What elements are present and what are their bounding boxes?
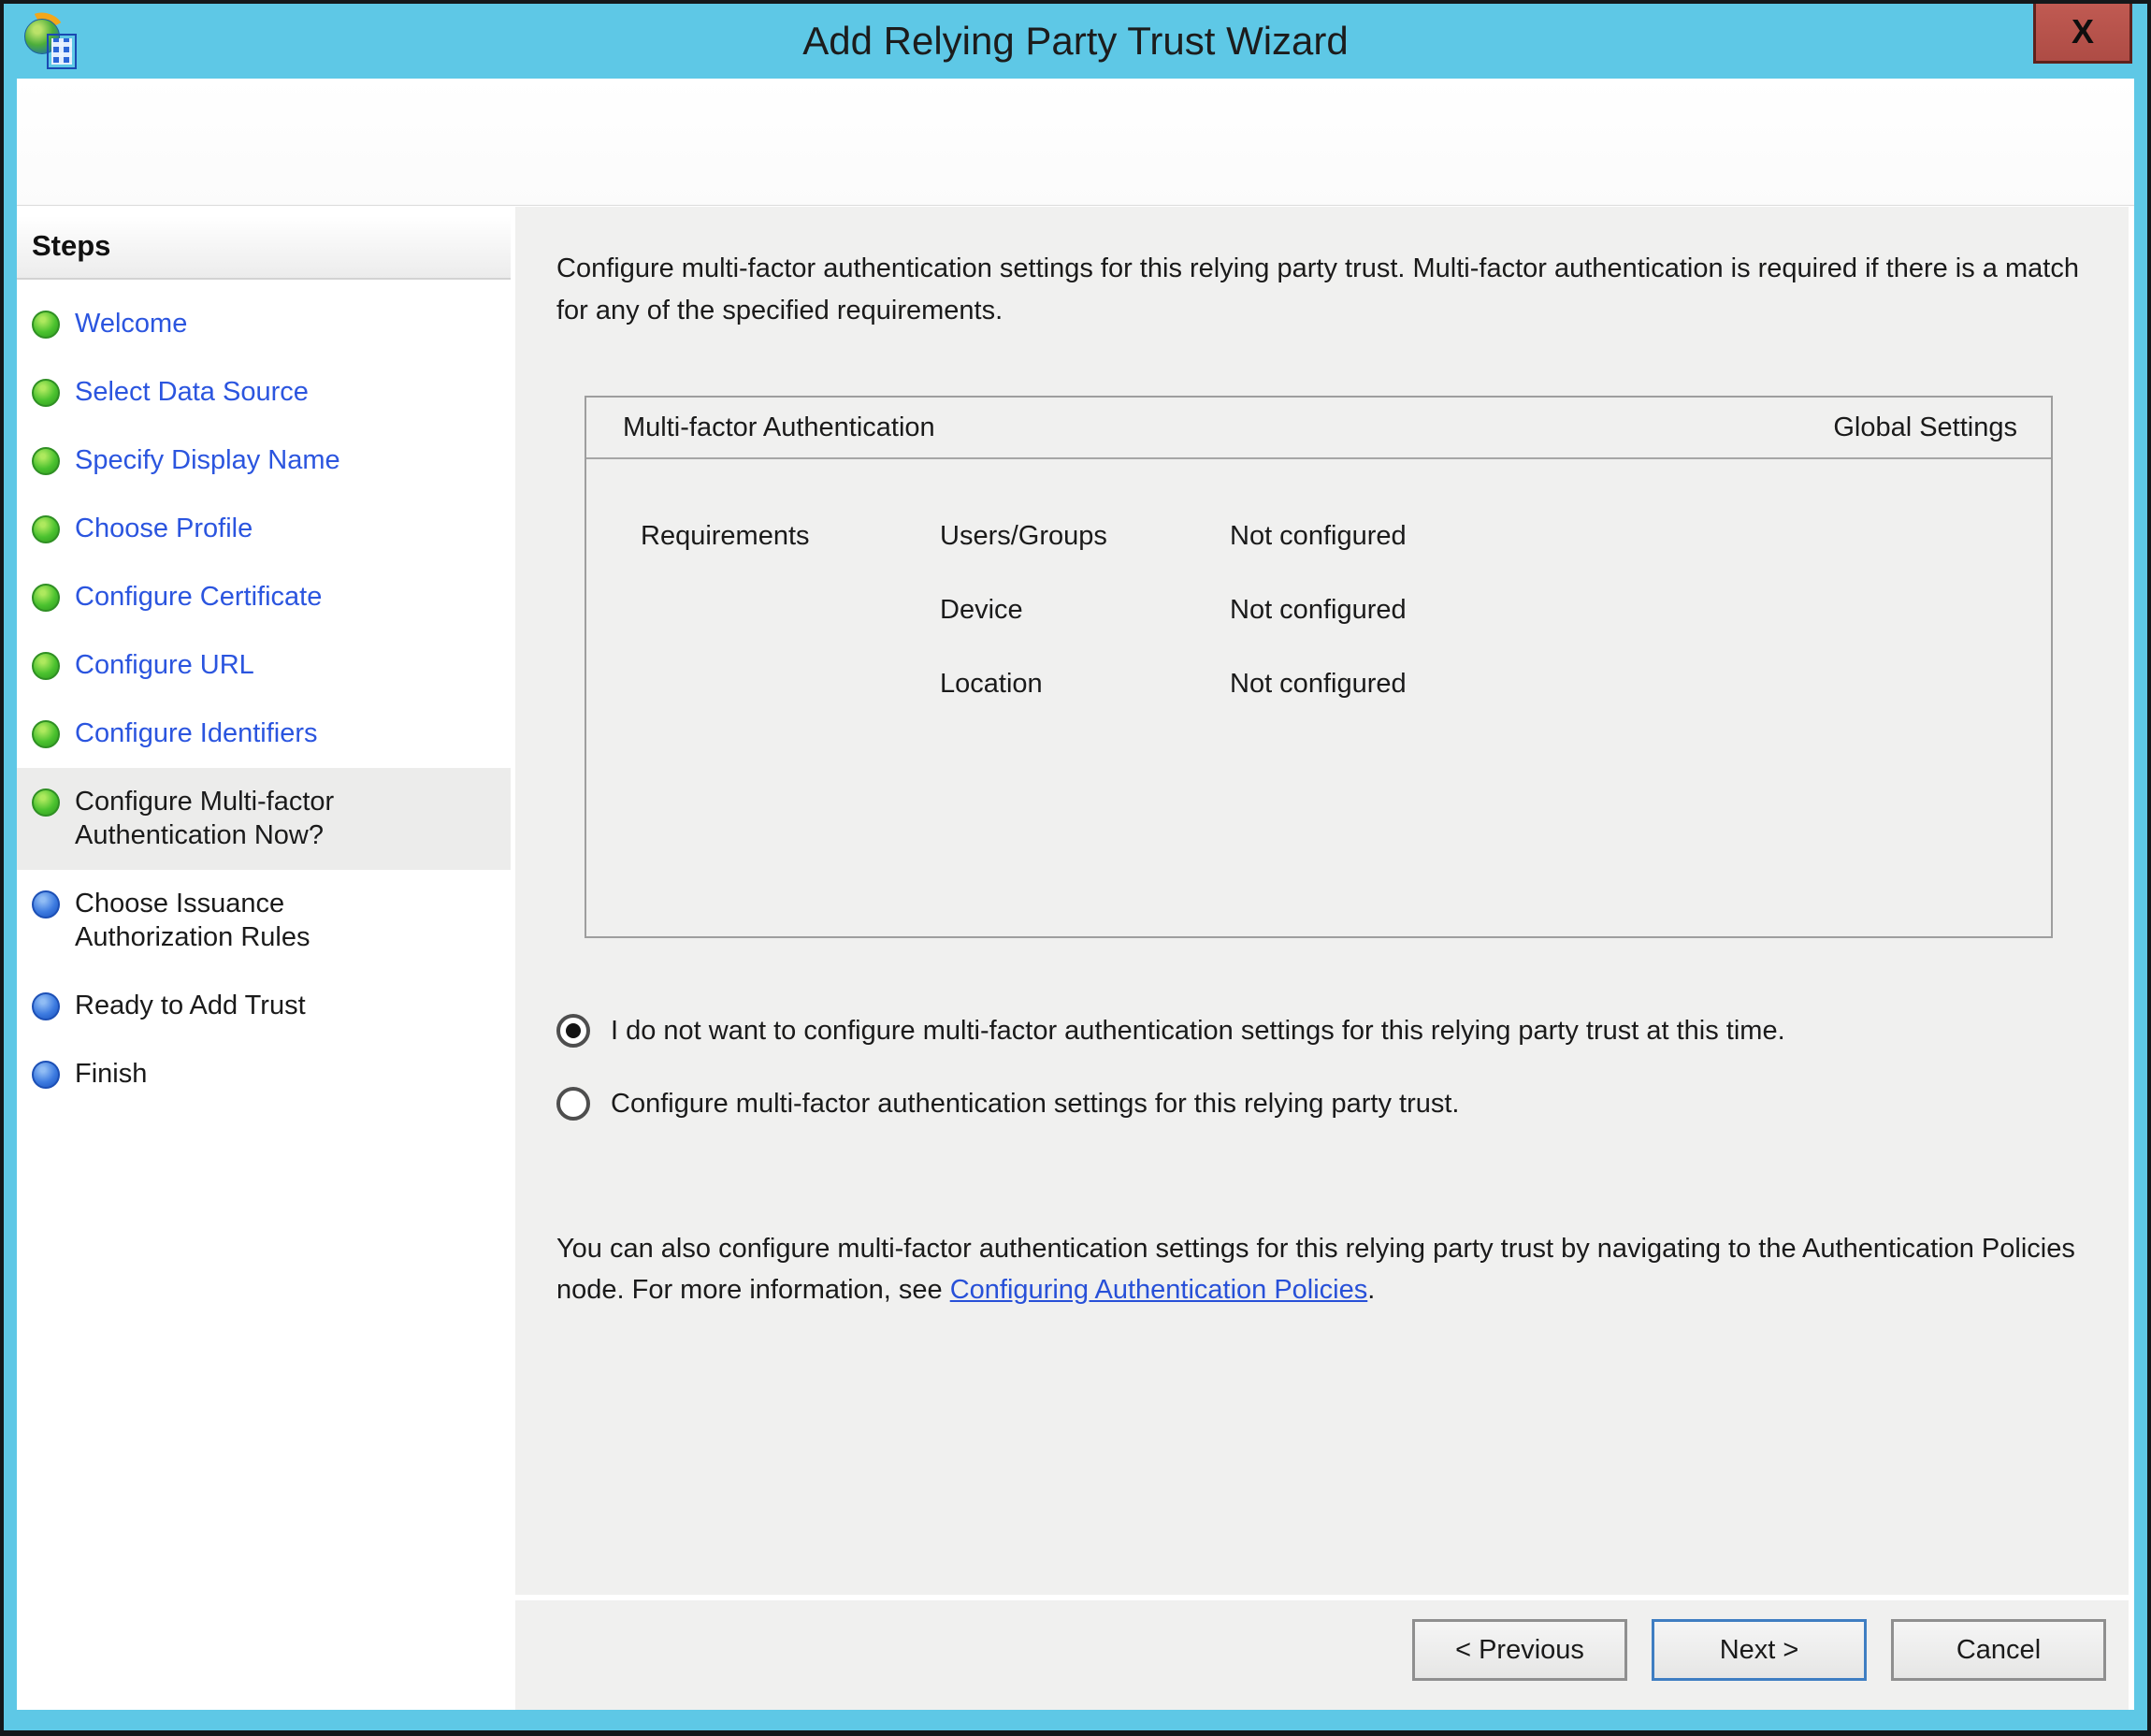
mfa-settings-table: Multi-factor Authentication Global Setti… (585, 396, 2053, 938)
step-configure-mfa-current: Configure Multi-factor Authentication No… (17, 768, 511, 870)
close-button[interactable]: X (2033, 4, 2132, 64)
row-device-name: Device (940, 593, 1230, 627)
cancel-button[interactable]: Cancel (1891, 1619, 2106, 1681)
mfa-table-title: Multi-factor Authentication (623, 412, 935, 443)
step-label: Finish (75, 1057, 147, 1091)
step-welcome[interactable]: Welcome (17, 290, 511, 358)
radio-unselected-icon[interactable] (556, 1087, 590, 1121)
steps-header: Steps (17, 216, 511, 280)
spacer-cell (641, 593, 940, 627)
step-label: Choose Issuance Authorization Rules (75, 887, 310, 954)
step-label: Ready to Add Trust (75, 989, 306, 1022)
title-bar[interactable]: Add Relying Party Trust Wizard X (4, 4, 2147, 79)
step-label: Configure Certificate (75, 580, 322, 614)
row-location-name: Location (940, 667, 1230, 701)
next-button[interactable]: Next > (1652, 1619, 1867, 1681)
radio-selected-icon[interactable] (556, 1014, 590, 1048)
step-upcoming-icon (32, 992, 60, 1020)
step-done-icon (32, 447, 60, 475)
steps-sidebar: Steps Welcome Select Data Source Specify… (17, 207, 511, 1710)
step-choose-issuance-rules: Choose Issuance Authorization Rules (17, 870, 511, 972)
step-label: Choose Profile (75, 512, 253, 545)
footnote: You can also configure multi-factor auth… (556, 1228, 2098, 1310)
spacer-cell (641, 667, 940, 701)
step-configure-identifiers[interactable]: Configure Identifiers (17, 700, 511, 768)
step-done-icon (32, 515, 60, 543)
step-label: Configure Identifiers (75, 716, 318, 750)
mfa-table-global-settings: Global Settings (1833, 412, 2017, 443)
requirements-label: Requirements (641, 519, 940, 553)
radio-configure-mfa[interactable]: Configure multi-factor authentication se… (556, 1087, 1459, 1121)
step-select-data-source[interactable]: Select Data Source (17, 358, 511, 427)
step-label: Configure URL (75, 648, 254, 682)
step-ready-to-add-trust: Ready to Add Trust (17, 972, 511, 1040)
step-done-icon (32, 720, 60, 748)
row-location-value: Not configured (1230, 667, 2051, 701)
step-done-icon (32, 379, 60, 407)
mfa-table-body: Requirements Users/Groups Not configured… (641, 519, 2051, 701)
wizard-button-bar: < Previous Next > Cancel (515, 1600, 2129, 1710)
page-description: Configure multi-factor authentication se… (556, 248, 2114, 332)
step-done-icon (32, 652, 60, 680)
client-area: Steps Welcome Select Data Source Specify… (17, 79, 2134, 1710)
step-label: Configure Multi-factor Authentication No… (75, 785, 334, 852)
step-configure-certificate[interactable]: Configure Certificate (17, 563, 511, 631)
steps-list: Welcome Select Data Source Specify Displ… (17, 290, 511, 1108)
step-upcoming-icon (32, 1061, 60, 1089)
step-done-icon (32, 311, 60, 339)
step-specify-display-name[interactable]: Specify Display Name (17, 427, 511, 495)
step-finish: Finish (17, 1040, 511, 1108)
radio-label: Configure multi-factor authentication se… (611, 1089, 1459, 1120)
configuring-authentication-policies-link[interactable]: Configuring Authentication Policies (950, 1275, 1368, 1305)
step-label: Specify Display Name (75, 443, 340, 477)
previous-button[interactable]: < Previous (1412, 1619, 1627, 1681)
radio-label: I do not want to configure multi-factor … (611, 1016, 1785, 1047)
step-label: Select Data Source (75, 375, 309, 409)
step-configure-url[interactable]: Configure URL (17, 631, 511, 700)
step-label: Welcome (75, 307, 187, 340)
row-users-groups-name: Users/Groups (940, 519, 1230, 553)
step-done-icon (32, 584, 60, 612)
radio-do-not-configure-mfa[interactable]: I do not want to configure multi-factor … (556, 1014, 1785, 1048)
footnote-period: . (1367, 1275, 1375, 1305)
window-title: Add Relying Party Trust Wizard (4, 4, 2147, 77)
row-users-groups-value: Not configured (1230, 519, 2051, 553)
wizard-header-band (17, 79, 2134, 206)
wizard-page-content: Configure multi-factor authentication se… (515, 207, 2129, 1595)
mfa-table-header: Multi-factor Authentication Global Setti… (586, 398, 2051, 459)
step-upcoming-icon (32, 890, 60, 919)
step-current-icon (32, 788, 60, 817)
step-choose-profile[interactable]: Choose Profile (17, 495, 511, 563)
wizard-window: Add Relying Party Trust Wizard X Steps W… (4, 4, 2147, 1730)
row-device-value: Not configured (1230, 593, 2051, 627)
